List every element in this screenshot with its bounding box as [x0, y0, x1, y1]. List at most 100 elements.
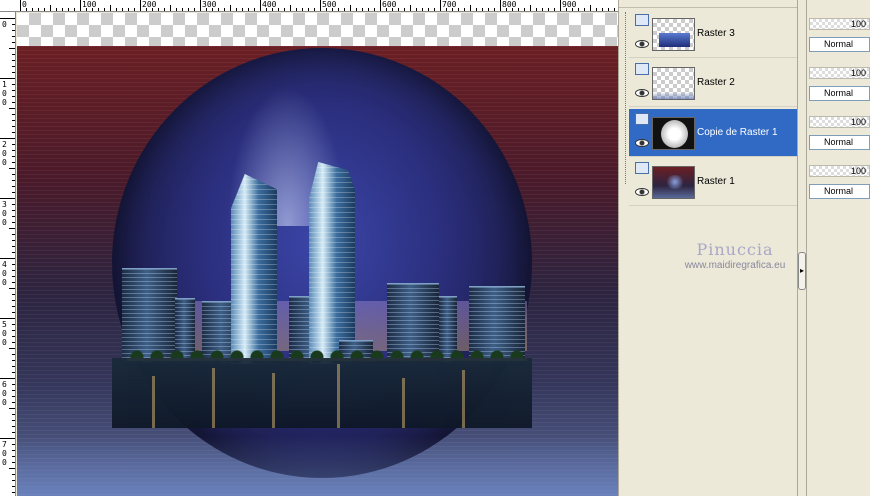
ruler-label: 1 0 0: [2, 80, 7, 107]
layer-group-line: [625, 12, 626, 184]
ruler-tick: [164, 8, 165, 11]
eye-icon[interactable]: [635, 40, 649, 48]
image-canvas[interactable]: [17, 13, 618, 496]
ruler-tick: [578, 8, 579, 11]
ruler-label: 6 0 0: [2, 380, 7, 407]
ruler-tick: [356, 8, 357, 11]
ruler-tick: [9, 228, 15, 229]
layer-properties-panel: 100 Normal 100 Normal 100 Normal 100 Nor…: [807, 0, 870, 496]
panel-splitter[interactable]: ▸: [797, 0, 807, 496]
ruler-tick: [482, 8, 483, 11]
layer-thumbnail: [652, 18, 695, 51]
layer-name: Copie de Raster 1: [697, 127, 778, 138]
ruler-tick: [554, 8, 555, 11]
layer-properties-copie-de-raster-1: 100 Normal: [809, 98, 870, 150]
ruler-tick: [68, 8, 69, 11]
opacity-slider[interactable]: 100: [809, 165, 870, 177]
ruler-tick: [12, 330, 15, 331]
eye-icon[interactable]: [635, 89, 649, 97]
ruler-tick: [0, 18, 15, 19]
opacity-slider[interactable]: 100: [809, 116, 870, 128]
layer-row-raster-1[interactable]: Raster 1: [629, 158, 797, 206]
layer-name: Raster 2: [697, 77, 735, 88]
layers-toolbar: [619, 0, 799, 8]
ruler-tick: [182, 8, 183, 11]
ruler-tick: [12, 360, 15, 361]
layer-thumbnail: [652, 67, 695, 100]
ruler-tick: [12, 42, 15, 43]
ruler-tick: [560, 0, 561, 11]
ruler-label: 600: [382, 0, 397, 9]
ruler-tick: [12, 372, 15, 373]
ruler-tick: [608, 8, 609, 11]
ruler-tick: [236, 8, 237, 11]
ruler-tick: [218, 8, 219, 11]
ruler-tick: [12, 30, 15, 31]
ruler-tick: [12, 204, 15, 205]
ruler-tick: [12, 36, 15, 37]
ruler-tick: [12, 264, 15, 265]
ruler-tick: [56, 8, 57, 11]
ruler-tick: [602, 8, 603, 11]
raster-layer-icon: [635, 14, 649, 26]
splitter-handle[interactable]: ▸: [798, 252, 806, 290]
ruler-tick: [12, 414, 15, 415]
raster-layer-icon: [635, 113, 649, 125]
ruler-tick: [374, 8, 375, 11]
ruler-tick: [158, 8, 159, 11]
ruler-tick: [542, 8, 543, 11]
ruler-tick: [12, 120, 15, 121]
ruler-label: 5 0 0: [2, 320, 7, 347]
ruler-tick: [188, 8, 189, 11]
ruler-tick: [320, 0, 321, 11]
ruler-tick: [12, 210, 15, 211]
vertical-ruler[interactable]: 0 1 0 0 2 0 0 3 0 0 4 0 0 5 0 0 6 0 0 7 0 0: [0, 12, 16, 496]
ruler-tick: [524, 8, 525, 11]
blend-mode-select[interactable]: Normal: [809, 184, 870, 199]
ruler-tick: [242, 8, 243, 11]
ruler-tick: [12, 162, 15, 163]
ruler-tick: [12, 282, 15, 283]
eye-icon[interactable]: [635, 139, 649, 147]
ruler-tick: [12, 474, 15, 475]
ruler-tick: [404, 8, 405, 11]
opacity-slider[interactable]: 100: [809, 18, 870, 30]
ruler-label: 200: [142, 0, 157, 9]
ruler-tick: [12, 150, 15, 151]
ruler-tick: [278, 8, 279, 11]
ruler-tick: [428, 8, 429, 11]
layer-properties-raster-1: 100 Normal: [809, 147, 870, 199]
ruler-label: 0: [22, 0, 27, 9]
horizontal-ruler[interactable]: 0 100 200 300 400 500 600 700 800 900: [0, 0, 618, 12]
ruler-tick: [410, 5, 411, 11]
ruler-tick: [12, 84, 15, 85]
ruler-tick: [12, 486, 15, 487]
ruler-tick: [398, 8, 399, 11]
ruler-tick: [368, 8, 369, 11]
ruler-tick: [476, 8, 477, 11]
water-reflection: [112, 358, 532, 428]
ruler-tick: [290, 5, 291, 11]
layer-row-raster-2[interactable]: Raster 2: [629, 59, 797, 107]
ruler-tick: [614, 8, 615, 11]
ruler-tick: [38, 8, 39, 11]
ruler-tick: [9, 468, 15, 469]
ruler-tick: [350, 5, 351, 11]
eye-icon[interactable]: [635, 188, 649, 196]
ruler-tick: [12, 306, 15, 307]
ruler-tick: [32, 8, 33, 11]
ruler-label: 400: [262, 0, 277, 9]
ruler-tick: [12, 432, 15, 433]
layer-row-raster-3[interactable]: Raster 3: [629, 10, 797, 58]
layer-row-copie-de-raster-1[interactable]: Copie de Raster 1: [629, 109, 797, 157]
ruler-tick: [9, 408, 15, 409]
ruler-tick: [140, 0, 141, 11]
ruler-tick: [0, 138, 15, 139]
raster-layer-icon: [635, 63, 649, 75]
ruler-tick: [530, 5, 531, 11]
ruler-label: 2 0 0: [2, 140, 7, 167]
ruler-tick: [128, 8, 129, 11]
ruler-tick: [596, 8, 597, 11]
watermark: Pinuccia www.maidiregrafica.eu: [675, 240, 795, 271]
opacity-slider[interactable]: 100: [809, 67, 870, 79]
